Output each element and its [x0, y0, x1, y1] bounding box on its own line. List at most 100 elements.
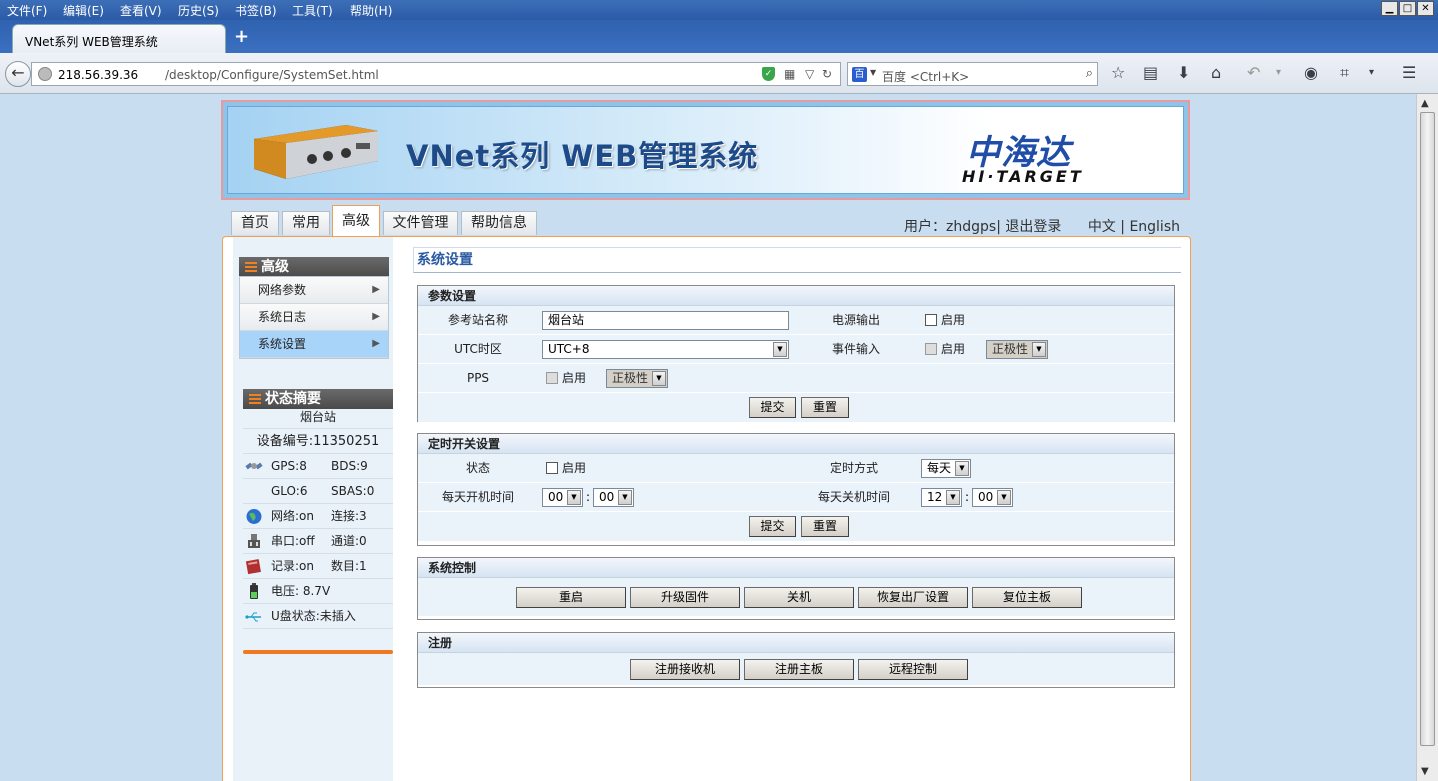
menu-bookmarks[interactable]: 书签(B) [235, 2, 277, 19]
baidu-icon[interactable]: 百 [852, 67, 867, 82]
reading-list-icon[interactable]: ▤ [1143, 64, 1158, 82]
power-on-time-label: 每天开机时间 [441, 490, 514, 504]
undo-icon[interactable]: ↶ [1247, 64, 1260, 82]
menu-view[interactable]: 查看(V) [120, 2, 162, 19]
event-polarity-select[interactable]: 正极性 ▼ [986, 340, 1048, 359]
timer-mode-label: 定时方式 [829, 461, 878, 475]
power-off-hour-select[interactable]: 12 ▼ [921, 488, 962, 507]
tab-file-manage[interactable]: 文件管理 [383, 211, 458, 235]
tab-advanced[interactable]: 高级 [332, 205, 380, 236]
station-name: 烟台站 [243, 405, 393, 429]
utc-zone-select[interactable]: UTC+8 ▼ [542, 340, 789, 359]
timer-button-row: 提交 重置 [418, 512, 1174, 541]
hamburger-menu-icon[interactable]: ☰ [1402, 64, 1416, 82]
search-engine-chevron-icon[interactable]: ▼ [870, 68, 876, 77]
username: zhdgps [946, 219, 997, 235]
bookmark-star-icon[interactable]: ☆ [1111, 64, 1125, 82]
chevron-down-icon: ▼ [1032, 342, 1046, 357]
minimize-icon[interactable]: ▁ [1381, 1, 1398, 16]
power-on-minute-select[interactable]: 00 ▼ [593, 488, 634, 507]
reload-icon[interactable]: ↻ [822, 67, 832, 81]
reboot-button[interactable]: 重启 [516, 587, 626, 608]
user-area: 用户：zhdgps| 退出登录 中文 | English [904, 216, 1180, 236]
event-input-checkbox[interactable] [925, 343, 937, 355]
maximize-icon[interactable]: □ [1399, 1, 1416, 16]
register-board-button[interactable]: 注册主板 [744, 659, 854, 680]
scroll-down-icon[interactable]: ▼ [1421, 766, 1429, 777]
undo-menu-icon[interactable]: ▾ [1276, 64, 1281, 82]
power-off-minute-select[interactable]: 00 ▼ [972, 488, 1013, 507]
window-controls: ▁ □ ✕ [1381, 1, 1434, 16]
pps-checkbox[interactable] [546, 372, 558, 384]
lang-cn-link[interactable]: 中文 [1088, 219, 1116, 235]
tab-common[interactable]: 常用 [282, 211, 330, 235]
logout-link[interactable]: | 退出登录 [996, 219, 1061, 235]
params-row-2: UTC时区 UTC+8 ▼ 事件输入 启用 正极性 ▼ [418, 335, 1174, 364]
params-reset-button[interactable]: 重置 [801, 397, 849, 418]
browser-tab[interactable]: VNet系列 WEB管理系统 [12, 24, 226, 54]
status-row-usb: U盘状态:未插入 [243, 604, 393, 629]
pps-polarity-select[interactable]: 正极性 ▼ [606, 369, 668, 388]
search-input[interactable]: 百度 <Ctrl+K> [882, 68, 969, 85]
sidebar-menu-title: 高级 [261, 259, 289, 275]
sidebar-menu: 网络参数 ▶ 系统日志 ▶ 系统设置 ▶ [239, 276, 389, 359]
back-button[interactable]: ← [5, 61, 31, 87]
params-section-title: 参数设置 [418, 286, 1174, 306]
reset-board-button[interactable]: 复位主板 [972, 587, 1082, 608]
sidebar-item-label: 系统设置 [258, 337, 307, 351]
url-bar[interactable]: 218.56.39.36 /desktop/Configure/SystemSe… [31, 62, 841, 86]
search-bar[interactable]: 百 ▼ 百度 <Ctrl+K> ⌕ [847, 62, 1098, 86]
shutdown-button[interactable]: 关机 [744, 587, 854, 608]
power-output-checkbox[interactable] [925, 314, 937, 326]
timer-section-title: 定时开关设置 [418, 434, 1174, 454]
timer-mode-select[interactable]: 每天 ▼ [921, 459, 971, 478]
menu-tools[interactable]: 工具(T) [292, 2, 333, 19]
scrollbar-thumb[interactable] [1420, 112, 1435, 746]
download-icon[interactable]: ⬇ [1177, 64, 1190, 82]
register-receiver-button[interactable]: 注册接收机 [630, 659, 740, 680]
status-row-network: 网络:on 连接:3 [243, 504, 393, 529]
new-tab-button[interactable]: + [234, 28, 249, 46]
sidebar-item-system-settings[interactable]: 系统设置 ▶ [240, 331, 388, 358]
power-on-hour-select[interactable]: 00 ▼ [542, 488, 583, 507]
dropdown-icon[interactable]: ▽ [805, 67, 814, 81]
device-number: 设备编号:11350251 [243, 429, 393, 454]
connect-count: 连接:3 [331, 509, 367, 523]
menu-help[interactable]: 帮助(H) [350, 2, 392, 19]
timer-mode-value: 每天 [927, 461, 952, 475]
menu-file[interactable]: 文件(F) [7, 2, 47, 19]
timer-status-label: 状态 [465, 461, 490, 475]
close-icon[interactable]: ✕ [1417, 1, 1434, 16]
timer-enable-checkbox[interactable] [546, 462, 558, 474]
tab-home[interactable]: 首页 [231, 211, 279, 235]
shield-icon[interactable]: ✓ [762, 67, 775, 81]
search-icon[interactable]: ⌕ [1086, 66, 1093, 81]
power-off-time-label: 每天关机时间 [817, 490, 890, 504]
timer-row-1: 状态 启用 定时方式 每天 ▼ [418, 454, 1174, 483]
menu-history[interactable]: 历史(S) [178, 2, 219, 19]
time-colon: : [965, 490, 970, 504]
crop-icon[interactable]: ⌗ [1340, 64, 1349, 82]
tab-help-info[interactable]: 帮助信息 [461, 211, 537, 235]
params-submit-button[interactable]: 提交 [749, 397, 796, 418]
qrcode-icon[interactable]: ▦ [784, 67, 795, 81]
home-icon[interactable]: ⌂ [1211, 64, 1221, 82]
params-button-row: 提交 重置 [418, 393, 1174, 422]
remote-control-button[interactable]: 远程控制 [858, 659, 968, 680]
timer-reset-button[interactable]: 重置 [801, 516, 849, 537]
page-scrollbar[interactable]: ▲ ▼ [1416, 94, 1438, 781]
scroll-up-icon[interactable]: ▲ [1421, 98, 1429, 109]
upgrade-firmware-button[interactable]: 升级固件 [630, 587, 740, 608]
station-name-input[interactable]: 烟台站 [542, 311, 789, 330]
crop-menu-icon[interactable]: ▾ [1369, 64, 1374, 82]
sidebar-item-network[interactable]: 网络参数 ▶ [240, 277, 388, 304]
factory-reset-button[interactable]: 恢复出厂设置 [858, 587, 968, 608]
timer-submit-button[interactable]: 提交 [749, 516, 796, 537]
status-summary: 烟台站 设备编号:11350251 GPS:8 BDS:9 GLO:6 SBAS:0… [243, 405, 393, 629]
menu-edit[interactable]: 编辑(E) [63, 2, 104, 19]
chat-icon[interactable]: ◉ [1304, 64, 1318, 82]
sidebar-item-syslog[interactable]: 系统日志 ▶ [240, 304, 388, 331]
lang-en-link[interactable]: English [1129, 219, 1180, 235]
params-row-1: 参考站名称 烟台站 电源输出 启用 [418, 306, 1174, 335]
chevron-down-icon: ▼ [618, 490, 632, 505]
